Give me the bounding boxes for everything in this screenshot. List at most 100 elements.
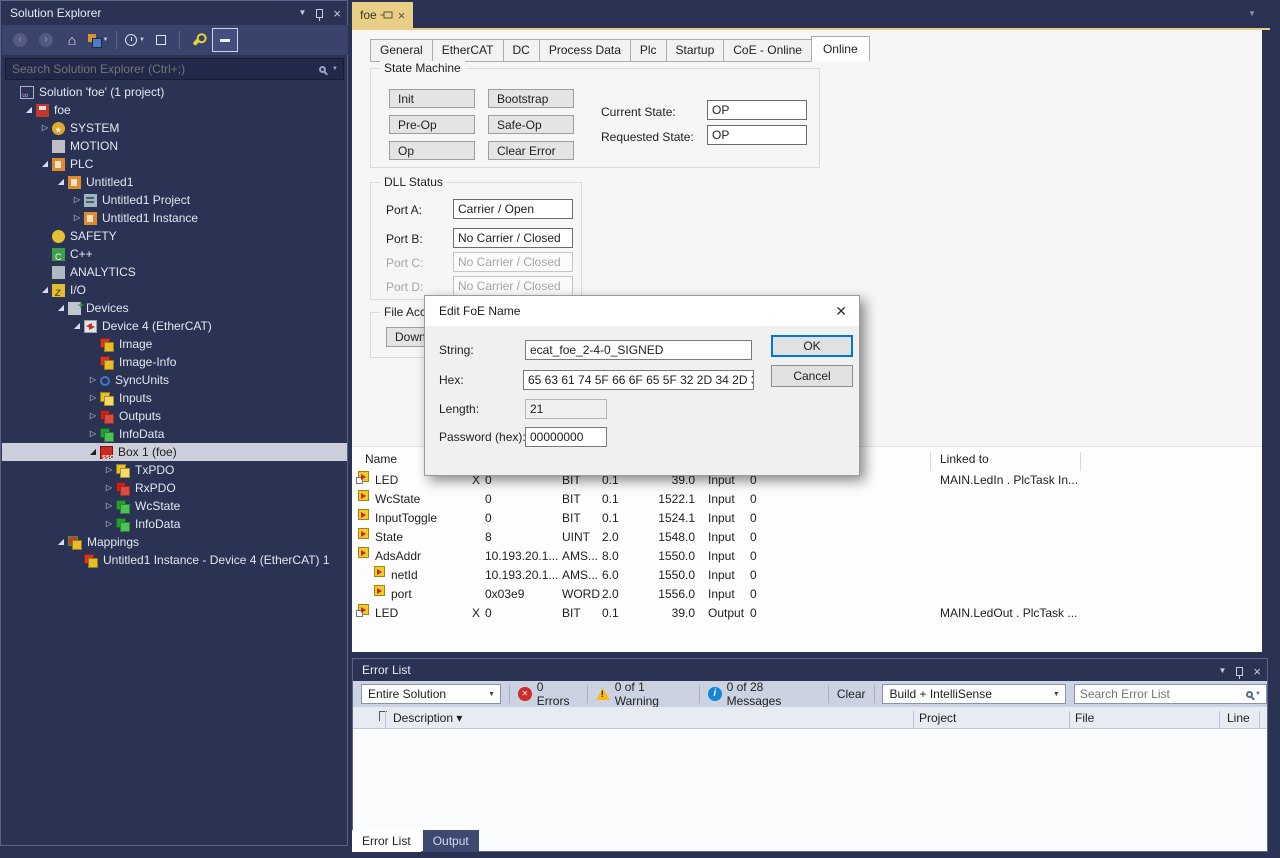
expander-expanded-icon[interactable]: ◢ — [22, 101, 36, 119]
tree-item-image[interactable]: Image — [2, 335, 347, 353]
ok-button[interactable]: OK — [771, 335, 853, 357]
port-status-field[interactable]: No Carrier / Closed — [453, 276, 573, 296]
tree-item-i-o[interactable]: ◢I/O — [2, 281, 347, 299]
back-button[interactable]: ‹ — [8, 28, 32, 52]
expander-collapsed-icon[interactable]: ▷ — [102, 479, 116, 497]
tree-item-untitled1[interactable]: ◢Untitled1 — [2, 173, 347, 191]
sync-with-active-document-button[interactable]: ▼ — [86, 28, 110, 52]
expander-expanded-icon[interactable]: ◢ — [70, 317, 84, 335]
column-divider[interactable] — [1069, 711, 1070, 729]
tree-item-outputs[interactable]: ▷Outputs — [2, 407, 347, 425]
subtab-ethercat[interactable]: EtherCAT — [432, 39, 504, 62]
tree-item-c[interactable]: C++ — [2, 245, 347, 263]
tree-item-system[interactable]: ▷SYSTEM — [2, 119, 347, 137]
window-position-chevron-icon[interactable]: ▼ — [1218, 660, 1226, 682]
tree-item-inputs[interactable]: ▷Inputs — [2, 389, 347, 407]
password-hex-field[interactable]: 00000000 — [525, 427, 607, 447]
filter-dropdown[interactable]: Build + IntelliSense▼ — [882, 684, 1065, 704]
port-status-field[interactable]: No Carrier / Closed — [453, 228, 573, 248]
column-divider[interactable] — [913, 711, 914, 729]
tree-item-untitled1-instance-device-4-ethercat-1[interactable]: Untitled1 Instance - Device 4 (EtherCAT)… — [2, 551, 347, 569]
pin-icon[interactable] — [1236, 667, 1243, 676]
tree-item-plc[interactable]: ◢PLC — [2, 155, 347, 173]
column-divider[interactable] — [385, 711, 386, 729]
unpin-tab-icon[interactable] — [380, 12, 394, 19]
grid-row-port-6[interactable]: port0x03e9WORD2.01556.0Input0 — [352, 585, 1262, 604]
tree-item-untitled1-instance[interactable]: ▷Untitled1 Instance — [2, 209, 347, 227]
expander-expanded-icon[interactable]: ◢ — [54, 173, 68, 191]
expander-collapsed-icon[interactable]: ▷ — [70, 191, 84, 209]
forward-button[interactable]: › — [34, 28, 58, 52]
grid-header-linked-to[interactable]: Linked to — [940, 452, 989, 466]
document-tab-foe[interactable]: foe × — [352, 2, 413, 28]
expander-expanded-icon[interactable]: ◢ — [54, 533, 68, 551]
pending-changes-filter-button[interactable]: ▼ — [123, 28, 147, 52]
search-options-caret-icon[interactable]: ▼ — [1255, 691, 1261, 697]
column-header-file[interactable]: File — [1075, 711, 1094, 725]
tree-item-devices[interactable]: ◢Devices — [2, 299, 347, 317]
tree-item-syncunits[interactable]: ▷SyncUnits — [2, 371, 347, 389]
expander-collapsed-icon[interactable]: ▷ — [102, 497, 116, 515]
expander-collapsed-icon[interactable]: ▷ — [86, 389, 100, 407]
expander-expanded-icon[interactable]: ◢ — [54, 299, 68, 317]
tree-item-foe[interactable]: ◢foe — [2, 101, 347, 119]
tree-item-solution-foe-1-project[interactable]: Solution 'foe' (1 project) — [2, 83, 347, 101]
tree-item-rxpdo[interactable]: ▷RxPDO — [2, 479, 347, 497]
column-header-project[interactable]: Project — [919, 711, 956, 725]
tree-item-device-4-ethercat[interactable]: ◢Device 4 (EtherCAT) — [2, 317, 347, 335]
messages-filter-button[interactable]: 0 of 28 Messages — [708, 680, 820, 708]
subtab-online[interactable]: Online — [811, 36, 870, 62]
safe-op-button[interactable]: Safe-Op — [488, 115, 574, 134]
expander-collapsed-icon[interactable]: ▷ — [38, 119, 52, 137]
error-search-input[interactable] — [1080, 687, 1246, 701]
column-header-description[interactable]: Description ▾ — [393, 711, 462, 725]
cancel-button[interactable]: Cancel — [771, 365, 853, 387]
collapse-all-button[interactable] — [149, 28, 173, 52]
expander-collapsed-icon[interactable]: ▷ — [86, 371, 100, 389]
search-options-caret-icon[interactable]: ▼ — [332, 66, 338, 72]
clear-error-button[interactable]: Clear Error — [488, 141, 574, 160]
expander-collapsed-icon[interactable]: ▷ — [86, 407, 100, 425]
expander-expanded-icon[interactable]: ◢ — [38, 155, 52, 173]
close-icon[interactable]: × — [1253, 665, 1261, 678]
dialog-close-icon[interactable]: ✕ — [835, 303, 847, 320]
expander-collapsed-icon[interactable]: ▷ — [70, 209, 84, 227]
tree-item-image-info[interactable]: Image-Info — [2, 353, 347, 371]
tree-item-infodata[interactable]: ▷InfoData — [2, 425, 347, 443]
errors-filter-button[interactable]: 0 Errors — [518, 680, 579, 708]
expander-collapsed-icon[interactable]: ▷ — [102, 515, 116, 533]
bottom-tab-output[interactable]: Output — [423, 830, 479, 852]
column-divider[interactable] — [1259, 711, 1260, 729]
tree-item-mappings[interactable]: ◢Mappings — [2, 533, 347, 551]
subtab-general[interactable]: General — [370, 39, 433, 62]
clear-button[interactable]: Clear — [837, 687, 866, 701]
port-status-field[interactable]: Carrier / Open — [453, 199, 573, 219]
grid-row-inputtoggle-2[interactable]: InputToggle0BIT0.11524.1Input0 — [352, 509, 1262, 528]
scope-dropdown[interactable]: Entire Solution▼ — [361, 684, 501, 704]
grid-row-adsaddr-4[interactable]: AdsAddr10.193.20.1...AMS...8.01550.0Inpu… — [352, 547, 1262, 566]
tree-item-wcstate[interactable]: ▷WcState — [2, 497, 347, 515]
tree-item-safety[interactable]: SAFETY — [2, 227, 347, 245]
subtab-dc[interactable]: DC — [503, 39, 540, 62]
tree-item-txpdo[interactable]: ▷TxPDO — [2, 461, 347, 479]
port-status-field[interactable]: No Carrier / Closed — [453, 252, 573, 272]
column-divider[interactable] — [1080, 452, 1081, 471]
subtab-plc[interactable]: Plc — [630, 39, 667, 62]
column-divider[interactable] — [1219, 711, 1220, 729]
properties-button[interactable] — [186, 28, 210, 52]
subtab-process-data[interactable]: Process Data — [539, 39, 631, 62]
current-state-field[interactable]: OP — [707, 100, 807, 120]
column-header-line[interactable]: Line — [1227, 711, 1250, 725]
subtab-startup[interactable]: Startup — [666, 39, 725, 62]
expander-collapsed-icon[interactable]: ▷ — [86, 425, 100, 443]
expander-expanded-icon[interactable]: ◢ — [38, 281, 52, 299]
tree-item-untitled1-project[interactable]: ▷Untitled1 Project — [2, 191, 347, 209]
column-divider[interactable] — [930, 452, 931, 471]
grid-row-led-7[interactable]: LEDX0BIT0.139.0Output0MAIN.LedOut . PlcT… — [352, 604, 1262, 623]
warnings-filter-button[interactable]: 0 of 1 Warning — [596, 680, 691, 708]
window-position-chevron-icon[interactable]: ▼ — [298, 1, 306, 25]
grid-row-netid-5[interactable]: netId10.193.20.1...AMS...6.01550.0Input0 — [352, 566, 1262, 585]
op-button[interactable]: Op — [389, 141, 475, 160]
string-field[interactable]: ecat_foe_2-4-0_SIGNED — [525, 340, 752, 360]
grid-header-name[interactable]: Name — [365, 452, 397, 466]
